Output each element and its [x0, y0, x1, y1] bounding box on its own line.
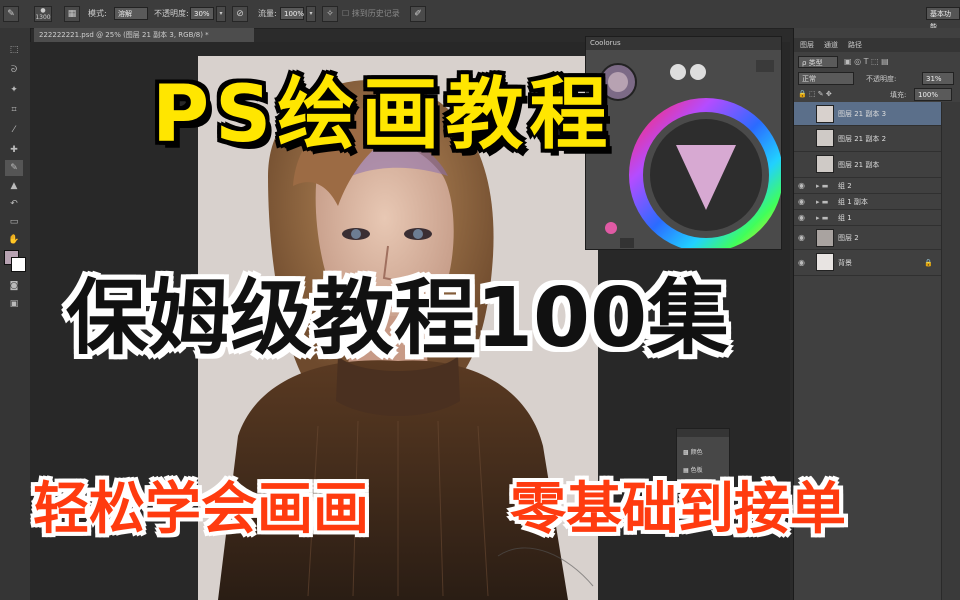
- marquee-tool-icon[interactable]: ⬚: [5, 42, 23, 58]
- blend-mode-select[interactable]: 正常: [798, 72, 854, 85]
- filter-label: 类型: [808, 59, 823, 67]
- thumbnail-subtitle: 保姆级教程100集: [66, 271, 730, 366]
- thumbnail-tagline-left: 轻松学会画画: [33, 477, 369, 542]
- airbrush-icon[interactable]: ✧: [322, 6, 338, 22]
- mini-panel-label: 颜色: [690, 449, 703, 456]
- pressure-size-icon[interactable]: ✐: [410, 6, 426, 22]
- history-checkbox[interactable]: ☐ 抹到历史记录: [342, 6, 400, 21]
- lock-icons[interactable]: 🔒 ⬚ ✎ ✥: [798, 90, 832, 98]
- layer-name: 图层 21 副本 3: [838, 110, 887, 118]
- layer-row[interactable]: 图层 21 副本: [794, 152, 941, 178]
- mini-panel-header: [677, 429, 729, 437]
- lock-icon: 🔒: [924, 259, 933, 267]
- flow-dropdown-icon[interactable]: ▾: [306, 6, 316, 22]
- eyedropper-tool-icon[interactable]: ⁄: [5, 122, 23, 138]
- healing-tool-icon[interactable]: ✚: [5, 142, 23, 158]
- quick-select-tool-icon[interactable]: ✦: [5, 82, 23, 98]
- brush-tool-icon-active[interactable]: ✎: [5, 160, 23, 176]
- screen-mode-icon[interactable]: ▣: [5, 296, 23, 312]
- options-bar: ✎ ● 1300 ▦ 模式: 溶解 不透明度: 30% ▾ ⊘ 流量: 100% …: [0, 0, 960, 31]
- layer-group-row[interactable]: ◉ ▸ ▬ 组 1: [794, 210, 941, 226]
- mini-panel-item-color[interactable]: ▩ 颜色: [683, 447, 703, 456]
- layer-thumbnail: [816, 129, 834, 147]
- layers-tabs: 图层 通道 路径: [794, 38, 960, 52]
- lasso-tool-icon[interactable]: ᘐ: [5, 62, 23, 78]
- brush-size-value: 1300: [35, 14, 51, 21]
- visibility-eye-icon[interactable]: ◉: [798, 226, 810, 250]
- layer-thumbnail: [816, 105, 834, 123]
- thumbnail-tagline-right: 零基础到接单: [510, 477, 846, 542]
- visibility-eye-icon[interactable]: ◉: [798, 250, 810, 276]
- history-label: 抹到历史记录: [351, 9, 400, 18]
- folder-icon[interactable]: ▸ ▬: [816, 178, 828, 194]
- hand-tool-icon[interactable]: ✋: [5, 232, 23, 248]
- layer-row[interactable]: 图层 21 副本 2: [794, 126, 941, 152]
- tab-layers[interactable]: 图层: [800, 40, 814, 50]
- visibility-eye-icon[interactable]: ◉: [798, 178, 810, 194]
- mode-label: 模式:: [88, 9, 107, 18]
- tools-panel: ⬚ ᘐ ✦ ⌗ ⁄ ✚ ✎ ▲ ↶ ▭ ✋ ◙ ▣: [0, 28, 31, 600]
- layer-filter-select[interactable]: ρ 类型: [798, 56, 838, 68]
- layer-name: 图层 21 副本: [838, 161, 880, 169]
- mini-panel-label: 色板: [690, 467, 703, 474]
- layer-name: 组 1: [838, 214, 852, 222]
- layer-fill-input[interactable]: 100%: [914, 88, 952, 101]
- opacity-input[interactable]: 30%: [190, 7, 214, 20]
- quick-mask-icon[interactable]: ◙: [5, 278, 23, 294]
- stamp-tool-icon[interactable]: ▲: [5, 178, 23, 194]
- coolorus-title: Coolorus: [586, 37, 781, 50]
- layer-name: 组 2: [838, 182, 852, 190]
- workspace-select[interactable]: 基本功能: [926, 7, 960, 31]
- layer-name: 图层 2: [838, 234, 859, 242]
- flow-label: 流量:: [258, 9, 277, 18]
- flow-input[interactable]: 100%: [280, 7, 304, 20]
- folder-icon[interactable]: ▸ ▬: [816, 194, 828, 210]
- layer-opacity-input[interactable]: 31%: [922, 72, 954, 85]
- layer-fill-label: 填充:: [890, 91, 907, 99]
- layer-row[interactable]: 图层 21 副本 3: [794, 102, 941, 126]
- layer-row[interactable]: ◉ 背景 🔒: [794, 250, 941, 276]
- layers-scrollbar[interactable]: [941, 102, 960, 600]
- document-tab[interactable]: 222222221.psd @ 25% (图层 21 副本 3, RGB/8) …: [34, 28, 254, 42]
- opacity-dropdown-icon[interactable]: ▾: [216, 6, 226, 22]
- folder-icon[interactable]: ▸ ▬: [816, 210, 828, 226]
- mini-panel-item-swatches[interactable]: ▦ 色板: [683, 465, 703, 474]
- coolorus-panel: Coolorus: [585, 36, 783, 252]
- pressure-opacity-icon[interactable]: ⊘: [232, 6, 248, 22]
- visibility-eye-icon[interactable]: ◉: [798, 210, 810, 226]
- layer-group-row[interactable]: ◉ ▸ ▬ 组 2: [794, 178, 941, 194]
- layer-group-row[interactable]: ◉ ▸ ▬ 组 1 副本: [794, 194, 941, 210]
- layer-name: 图层 21 副本 2: [838, 135, 887, 143]
- opacity-label: 不透明度:: [154, 9, 189, 18]
- brush-preset-picker[interactable]: ● 1300: [34, 6, 52, 22]
- crop-tool-icon[interactable]: ⌗: [5, 102, 23, 118]
- layer-row[interactable]: ◉ 图层 2: [794, 226, 941, 250]
- layer-opacity-label: 不透明度:: [866, 75, 897, 83]
- layer-name: 背景: [838, 259, 852, 267]
- layer-filter-icons[interactable]: ▣ ◎ T ⬚ ▤: [844, 56, 954, 68]
- layer-thumbnail: [816, 229, 834, 247]
- brush-panel-toggle-icon[interactable]: ▦: [64, 6, 80, 22]
- tab-paths[interactable]: 路径: [848, 40, 862, 50]
- thumbnail-title: PS绘画教程: [152, 70, 614, 160]
- color-wheel[interactable]: [586, 50, 783, 252]
- eraser-tool-icon[interactable]: ▭: [5, 214, 23, 230]
- layer-thumbnail: [816, 253, 834, 271]
- layer-thumbnail: [816, 155, 834, 173]
- layer-name: 组 1 副本: [838, 198, 868, 206]
- history-brush-icon[interactable]: ↶: [5, 196, 23, 212]
- visibility-eye-icon[interactable]: ◉: [798, 194, 810, 210]
- background-color-swatch[interactable]: [11, 257, 26, 272]
- brush-tool-icon[interactable]: ✎: [3, 6, 19, 22]
- mode-select[interactable]: 溶解: [114, 7, 148, 20]
- tab-channels[interactable]: 通道: [824, 40, 838, 50]
